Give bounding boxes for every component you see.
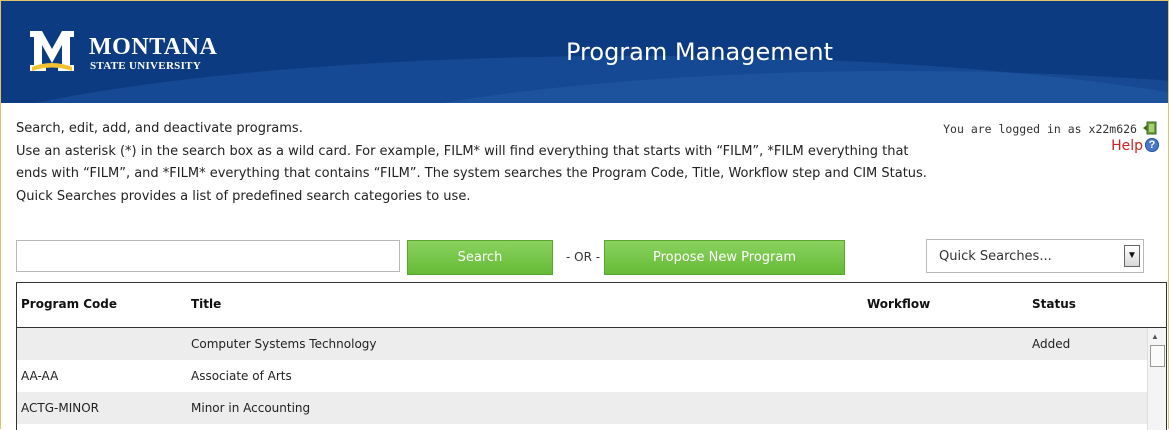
column-header-workflow[interactable]: Workflow — [867, 297, 930, 311]
column-header-title[interactable]: Title — [191, 297, 221, 311]
table-row[interactable]: Computer Systems Technology Added — [17, 328, 1147, 360]
chevron-down-icon[interactable]: ▼ — [1124, 245, 1140, 267]
propose-new-program-button[interactable]: Propose New Program — [604, 240, 845, 275]
exit-door-icon[interactable] — [1143, 121, 1157, 135]
table-body: Computer Systems Technology Added AA-AA … — [17, 328, 1147, 424]
table-scrollbar[interactable]: ▲ — [1147, 328, 1166, 430]
page-title: Program Management — [566, 38, 833, 66]
help-icon[interactable]: ? — [1145, 138, 1159, 152]
scroll-thumb[interactable] — [1150, 345, 1165, 367]
quick-searches-select[interactable]: Quick Searches... ▼ — [926, 239, 1144, 273]
table-row[interactable]: AA-AA Associate of Arts — [17, 360, 1147, 392]
search-button[interactable]: Search — [407, 240, 553, 275]
quick-searches-label: Quick Searches... — [939, 249, 1052, 264]
cell-status: Added — [1032, 337, 1071, 351]
table-row[interactable]: ACTG-MINOR Minor in Accounting — [17, 392, 1147, 424]
table-header: Program Code Title Workflow Status — [17, 283, 1166, 328]
scroll-up-icon[interactable]: ▲ — [1151, 332, 1159, 341]
help-link[interactable]: Help — [1111, 138, 1143, 154]
intro-text: Search, edit, add, and deactivate progra… — [16, 118, 976, 208]
cell-title: Computer Systems Technology — [191, 337, 377, 351]
intro-line-3: ends with “FILM”, and *FILM* everything … — [16, 166, 927, 181]
column-header-status[interactable]: Status — [1032, 297, 1076, 311]
intro-line-4: Quick Searches provides a list of predef… — [16, 188, 471, 204]
cell-title: Associate of Arts — [191, 369, 292, 383]
column-header-program-code[interactable]: Program Code — [21, 297, 117, 311]
intro-line-1: Search, edit, add, and deactivate progra… — [16, 121, 303, 136]
cell-program-code: AA-AA — [21, 369, 59, 383]
or-separator: - OR - — [566, 250, 601, 264]
msu-logo[interactable] — [28, 29, 76, 73]
cell-program-code: ACTG-MINOR — [21, 401, 99, 415]
logo-title: MONTANA — [89, 34, 218, 60]
search-input[interactable] — [16, 240, 400, 272]
logged-in-status: You are logged in as x22m626 — [943, 122, 1137, 136]
programs-table: Program Code Title Workflow Status Compu… — [16, 282, 1167, 430]
logo-subtitle: STATE UNIVERSITY — [90, 60, 202, 72]
app-header: MONTANA STATE UNIVERSITY Program Managem… — [1, 1, 1168, 103]
intro-line-2: Use an asterisk (*) in the search box as… — [16, 143, 909, 159]
cell-title: Minor in Accounting — [191, 401, 311, 415]
